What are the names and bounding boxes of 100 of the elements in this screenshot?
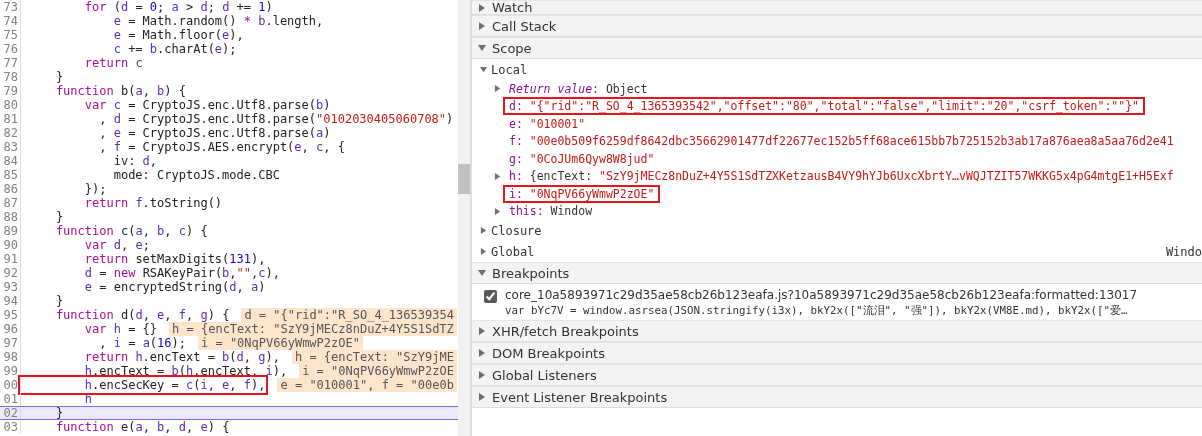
line-number: 87 xyxy=(0,196,21,210)
code-line: , e = CryptoJS.enc.Utf8.parse(a) xyxy=(98,126,331,140)
code-line: d = new RSAKeyPair(b,"",c), xyxy=(83,266,280,280)
property-value: {encText: "SzY9jMECz8nDuZ+4Y5S1SdTZXKetzausB4VY9hYJb6UxcXbrtY…vWQJTZIT57WKKG5x4pG4mtgE1+H5Exf xyxy=(529,169,1174,184)
section-title: Global Listeners xyxy=(492,367,597,383)
line-number: 94 xyxy=(0,294,21,308)
line-number: 85 xyxy=(0,168,21,182)
breakpoint-location[interactable]: core_10a5893971c29d35ae58cb26b123eafa.js?10a5893971c29d35ae58cb26b123eafa:formatted:13017 xyxy=(505,288,1138,302)
expand-triangle-icon[interactable] xyxy=(480,227,487,234)
inline-value: i = "0NqPV66yWmwP2zOE" xyxy=(198,336,363,350)
section-title: Watch xyxy=(492,0,533,15)
collapse-triangle-icon[interactable] xyxy=(480,66,487,73)
code-line: }); xyxy=(83,182,107,196)
line-number: 98 xyxy=(0,350,21,364)
code-line: iv: d, xyxy=(112,154,158,168)
line-number: 75 xyxy=(0,28,21,42)
breakpoint-checkbox[interactable] xyxy=(484,290,497,303)
section-title: DOM Breakpoints xyxy=(492,345,605,361)
code-line: , d = CryptoJS.enc.Utf8.parse("0102030405060708") xyxy=(98,112,454,126)
scope-title[interactable]: Global xyxy=(491,244,535,259)
collapse-triangle-icon[interactable] xyxy=(478,44,486,52)
line-number: 95 xyxy=(0,308,21,322)
line-number: 93 xyxy=(0,280,21,294)
scrollbar-thumb[interactable] xyxy=(458,164,470,194)
code-line: var c = CryptoJS.enc.Utf8.parse(b) xyxy=(83,98,331,112)
scope-title[interactable]: Closure xyxy=(491,223,542,238)
code-line: h xyxy=(83,392,93,406)
expand-triangle-icon[interactable] xyxy=(494,85,501,93)
code-line: h.encSecKey = c(i, e, f), xyxy=(21,378,266,392)
line-number: 86 xyxy=(0,182,21,196)
section-header[interactable]: Call Stack xyxy=(472,15,1202,37)
line-number: 81 xyxy=(0,112,21,126)
line-number: 97 xyxy=(0,336,21,350)
code-line: return c xyxy=(83,56,143,70)
property-value: "010001" xyxy=(529,116,586,131)
code-line: e = Math.floor(e), xyxy=(112,28,244,42)
line-number: 82 xyxy=(0,126,21,140)
scrollbar[interactable] xyxy=(458,0,470,436)
property-name: i: xyxy=(509,186,523,201)
line-number: 79 xyxy=(0,84,21,98)
section-header[interactable]: DOM Breakpoints xyxy=(472,342,1202,364)
collapse-triangle-icon[interactable] xyxy=(478,269,486,277)
property-value: Window xyxy=(550,204,593,219)
line-number: 00 xyxy=(0,378,21,392)
code-line: } xyxy=(54,70,64,84)
section-header[interactable]: XHR/fetch Breakpoints xyxy=(472,320,1202,342)
code-line: return setMaxDigits(131), xyxy=(83,252,266,266)
inline-value: h = {encText: "SzY9jMECz8nDuZ+4Y5S1SdTZ xyxy=(169,322,457,336)
expand-triangle-icon[interactable] xyxy=(478,371,486,379)
scope-value: Windo xyxy=(1165,244,1202,259)
expand-triangle-icon[interactable] xyxy=(478,349,486,357)
code-line: e = Math.random() * b.length, xyxy=(112,14,324,28)
section-title: Event Listener Breakpoints xyxy=(492,389,668,405)
property-name: d: xyxy=(509,99,523,114)
line-number: 77 xyxy=(0,56,21,70)
code-line: function d(d, e, f, g) { xyxy=(54,308,230,322)
expand-triangle-icon[interactable] xyxy=(494,207,501,215)
section-header[interactable]: Breakpoints xyxy=(472,262,1202,284)
expand-triangle-icon[interactable] xyxy=(478,393,486,401)
code-line: function c(a, b, c) { xyxy=(54,224,208,238)
property-value: "00e0b509f6259df8642dbc35662901477df22677ec152b5ff68ace615bb7b725152b3ab17a876aea8a5aa76d2e41 xyxy=(529,134,1174,149)
code-line: mode: CryptoJS.mode.CBC xyxy=(112,168,280,182)
expand-triangle-icon[interactable] xyxy=(478,22,486,30)
scope-title[interactable]: Local xyxy=(491,62,528,77)
section-header[interactable]: Scope xyxy=(472,37,1202,59)
line-number: 80 xyxy=(0,98,21,112)
section-header[interactable]: Watch xyxy=(472,0,1202,15)
breakpoint-code: var bYc7V = window.asrsea(JSON.stringify(i3x), bkY2x(["流泪", "强"]), bkY2x(VM8E.md), bkY2x(["爱… xyxy=(505,304,1129,318)
code-line: return h.encText = b(d, g), xyxy=(83,350,280,364)
property-name: Return value: xyxy=(509,81,600,96)
line-number: 99 xyxy=(0,364,21,378)
property-name: f: xyxy=(509,134,523,149)
line-number: 03 xyxy=(0,420,21,434)
property-name: g: xyxy=(509,151,523,166)
property-name: h: xyxy=(509,169,523,184)
line-number: 88 xyxy=(0,210,21,224)
line-number: 89 xyxy=(0,224,21,238)
code-line: function b(a, b) { xyxy=(54,84,186,98)
code-line: return f.toString() xyxy=(83,196,223,210)
section-title: Call Stack xyxy=(492,18,557,34)
section-title: Breakpoints xyxy=(492,265,570,281)
section-header[interactable]: Event Listener Breakpoints xyxy=(472,386,1202,408)
line-number: 84 xyxy=(0,154,21,168)
inline-value: i = "0NqPV66yWmwP2zOE xyxy=(299,364,457,378)
line-number: 83 xyxy=(0,140,21,154)
code-line: } xyxy=(54,406,64,420)
expand-triangle-icon[interactable] xyxy=(494,172,501,180)
expand-triangle-icon[interactable] xyxy=(480,248,487,255)
section-header[interactable]: Global Listeners xyxy=(472,364,1202,386)
line-number: 92 xyxy=(0,266,21,280)
property-name: e: xyxy=(509,116,523,131)
expand-triangle-icon[interactable] xyxy=(478,3,486,12)
line-number: 73 xyxy=(0,0,21,14)
inline-value: d = "{"rid":"R_SO_4_136539354 xyxy=(241,308,457,322)
section-title: XHR/fetch Breakpoints xyxy=(492,323,639,339)
property-name: this: xyxy=(509,204,544,219)
line-number: 02 xyxy=(0,407,21,419)
expand-triangle-icon[interactable] xyxy=(478,327,486,335)
section-title: Scope xyxy=(492,40,532,56)
line-number: 76 xyxy=(0,42,21,56)
